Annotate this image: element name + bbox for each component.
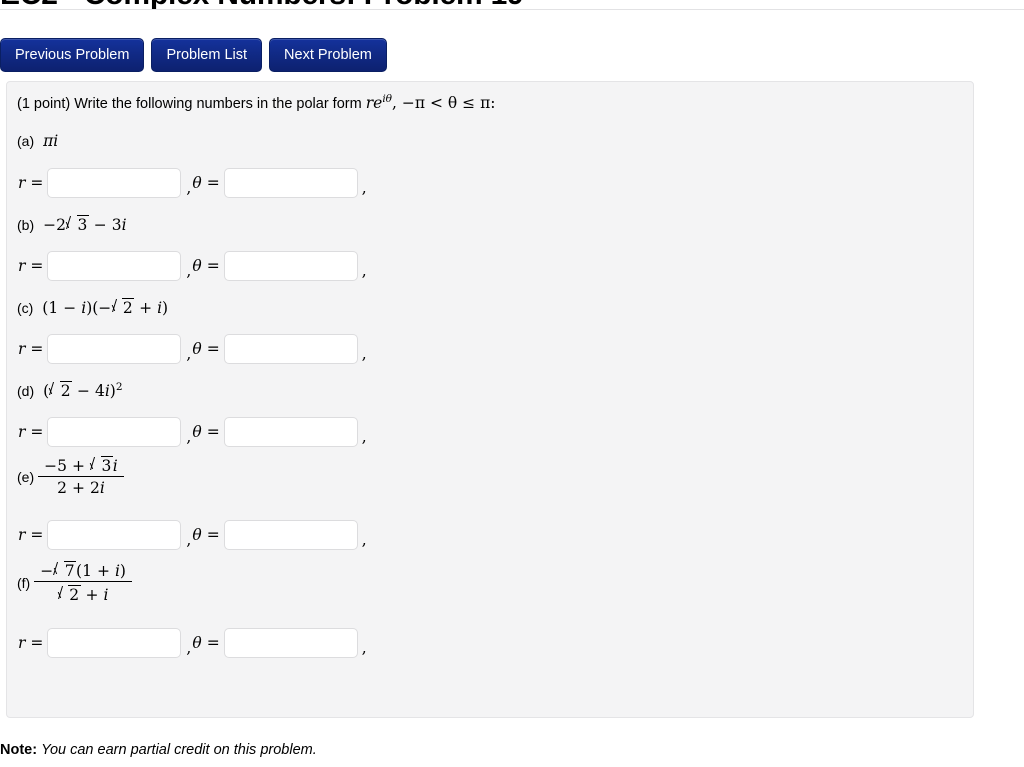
part-d-label: (d) (2−4i)2 [17, 380, 123, 400]
part-d-tag: (d) [17, 383, 35, 400]
part-d-separator: , [186, 428, 192, 446]
part-b-theta-equals: = [206, 257, 220, 275]
page-title: EC2 - Complex Numbers: Problem 19 [0, 0, 524, 12]
part-a-label: (a) πi [17, 132, 58, 150]
part-e-expression: −5 +3i 2 +2i [38, 455, 124, 497]
part-c-theta-label: θ [192, 340, 202, 358]
part-e-trailing-comma: , [361, 531, 367, 549]
part-e-r-equals: = [30, 526, 44, 544]
part-d-trailing-comma: , [361, 428, 367, 446]
part-c-r-label: r [18, 340, 26, 358]
part-f-r-label: r [18, 634, 26, 652]
part-d-answer-row: r = , θ = , [18, 417, 367, 447]
part-c-r-input[interactable] [47, 334, 182, 364]
part-f-denominator: 2 + i [34, 582, 132, 604]
problem-prompt: (1 point) Write the following numbers in… [17, 94, 495, 112]
part-e-tag: (e) [17, 469, 35, 486]
part-f-trailing-comma: , [361, 639, 367, 657]
part-c-expression: (1− i)(− 2 + i) [37, 298, 168, 317]
part-f-numerator: −7(1 + i) [34, 560, 132, 583]
part-e-numerator: −5 +3i [38, 455, 124, 478]
part-a-theta-label: θ [192, 174, 202, 192]
part-c-label: (c) (1− i)(− 2 + i) [17, 297, 168, 317]
part-c-answer-row: r = , θ = , [18, 334, 367, 364]
part-c-theta-input[interactable] [223, 334, 358, 364]
part-a-r-equals: = [30, 174, 44, 192]
prompt-polar-form: reiθ [365, 92, 393, 112]
part-b-theta-label: θ [192, 257, 202, 275]
part-a-answer-row: r = , θ = , [18, 168, 367, 198]
part-a-separator: , [186, 179, 192, 197]
part-d-theta-equals: = [206, 423, 220, 441]
part-e-theta-label: θ [192, 526, 202, 544]
part-d-theta-input[interactable] [223, 417, 358, 447]
part-b-trailing-comma: , [361, 262, 367, 280]
part-b-theta-input[interactable] [223, 251, 358, 281]
part-e-theta-equals: = [206, 526, 220, 544]
problem-points: (1 point) [17, 96, 71, 112]
part-d-expression: (2−4i)2 [43, 380, 123, 401]
part-a-expression: πi [38, 132, 59, 150]
prompt-text: Write the following numbers in the polar… [74, 96, 366, 112]
part-f-theta-label: θ [192, 634, 202, 652]
part-f-theta-input[interactable] [223, 628, 358, 658]
partial-credit-note: Note: You can earn partial credit on thi… [0, 742, 317, 758]
part-f-answer-row: r = , θ = , [18, 628, 367, 658]
title-divider [0, 9, 1024, 10]
previous-problem-button[interactable]: Previous Problem [0, 38, 145, 72]
prompt-exponent: iθ [382, 92, 393, 105]
part-d-theta-label: θ [192, 423, 202, 441]
part-f-theta-equals: = [206, 634, 220, 652]
part-b-r-equals: = [30, 257, 44, 275]
part-d-r-equals: = [30, 423, 44, 441]
part-e-answer-row: r = , θ = , [18, 520, 367, 550]
part-b-separator: , [186, 262, 192, 280]
part-f-expression: −7(1 + i) 2 + i [34, 560, 132, 604]
next-problem-button[interactable]: Next Problem [269, 38, 387, 72]
part-f-r-equals: = [30, 634, 44, 652]
part-c-trailing-comma: , [361, 345, 367, 363]
part-a-theta-input[interactable] [223, 168, 358, 198]
part-b-tag: (b) [17, 217, 35, 234]
part-f-tag: (f) [17, 575, 31, 592]
prompt-range: , −π < θ ≤ π: [392, 94, 496, 112]
part-e-r-input[interactable] [47, 520, 182, 550]
note-text: You can earn partial credit on this prob… [41, 742, 317, 758]
part-b-answer-row: r = , θ = , [18, 251, 367, 281]
part-f-r-input[interactable] [47, 628, 182, 658]
problem-list-button[interactable]: Problem List [151, 38, 263, 72]
part-e-denominator: 2 +2i [57, 479, 105, 498]
part-e-theta-input[interactable] [223, 520, 358, 550]
part-a-trailing-comma: , [361, 179, 367, 197]
part-e-separator: , [186, 531, 192, 549]
note-label: Note: [0, 742, 38, 758]
part-f-separator: , [186, 639, 192, 657]
part-e-label: (e) −5 +3i 2 +2i [17, 456, 124, 498]
part-e-r-label: r [18, 526, 26, 544]
part-c-separator: , [186, 345, 192, 363]
part-a-r-label: r [18, 174, 26, 192]
part-b-label: (b) −2 3−3i [17, 214, 127, 234]
problem-navigation: Previous Problem Problem List Next Probl… [0, 38, 387, 72]
part-c-theta-equals: = [206, 340, 220, 358]
part-a-r-input[interactable] [47, 168, 182, 198]
part-a-tag: (a) [17, 133, 35, 149]
part-b-r-label: r [18, 257, 26, 275]
part-f-label: (f) −7(1 + i) 2 + i [17, 561, 132, 605]
part-d-r-label: r [18, 423, 26, 441]
part-b-r-input[interactable] [47, 251, 182, 281]
part-d-r-input[interactable] [47, 417, 182, 447]
part-c-r-equals: = [30, 340, 44, 358]
part-b-expression: −2 3−3i [38, 215, 127, 234]
part-a-theta-equals: = [206, 174, 220, 192]
part-c-tag: (c) [17, 300, 34, 317]
problem-panel: (1 point) Write the following numbers in… [6, 81, 974, 718]
